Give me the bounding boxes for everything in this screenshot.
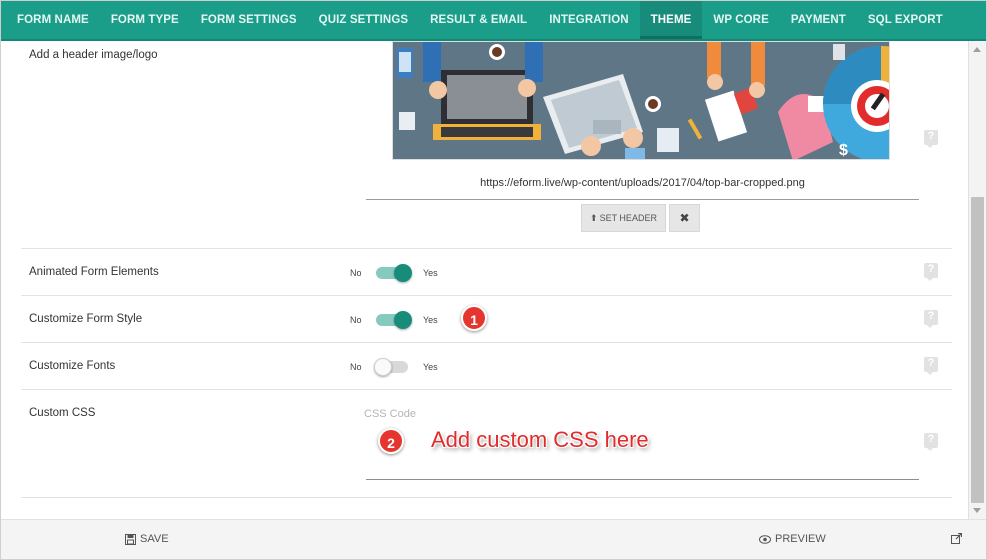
animated-elements-label: Animated Form Elements <box>29 266 159 278</box>
css-code-input[interactable]: CSS Code <box>364 408 416 420</box>
tab-theme[interactable]: THEME <box>639 1 703 39</box>
annotation-badge-1: 1 <box>461 305 487 331</box>
animated-toggle[interactable] <box>376 264 412 282</box>
theme-settings-panel: Add a header image/logo $ https://eform.… <box>6 41 968 519</box>
tab-payment[interactable]: PAYMENT <box>780 1 857 39</box>
annotation-badge-2: 2 <box>378 428 404 454</box>
url-input-underline <box>366 199 919 200</box>
custom-style-label: Customize Form Style <box>29 313 143 325</box>
scroll-up-arrow-icon[interactable] <box>973 47 981 52</box>
header-image-preview: $ <box>392 41 890 160</box>
animated-no-label: No <box>350 268 362 278</box>
preview-label: PREVIEW <box>775 533 826 545</box>
external-link-icon <box>951 533 962 544</box>
close-icon: ✖ <box>679 211 690 225</box>
tab-integration[interactable]: INTEGRATION <box>538 1 639 39</box>
vertical-scrollbar[interactable] <box>968 41 986 519</box>
annotation-note: Add custom CSS here <box>431 427 649 452</box>
eye-icon <box>759 534 771 544</box>
settings-tab-bar: FORM NAME FORM TYPE FORM SETTINGS QUIZ S… <box>1 1 986 41</box>
help-icon[interactable]: ? <box>924 310 938 328</box>
scroll-thumb[interactable] <box>971 197 984 503</box>
toggle-knob <box>374 358 392 376</box>
tab-form-name[interactable]: FORM NAME <box>6 1 100 39</box>
animated-elements-row: Animated Form Elements No Yes ? <box>21 249 952 296</box>
animated-yes-label: Yes <box>423 268 438 278</box>
header-image-url[interactable]: https://eform.live/wp-content/uploads/20… <box>366 177 919 189</box>
custom-css-label: Custom CSS <box>29 407 96 419</box>
custom-style-row: Customize Form Style No Yes 1 ? <box>21 296 952 343</box>
save-label: SAVE <box>140 533 169 545</box>
custom-fonts-label: Customize Fonts <box>29 360 116 372</box>
custom-css-row: Custom CSS CSS Code 2 Add custom CSS her… <box>21 390 952 498</box>
remove-header-button[interactable]: ✖ <box>669 204 700 232</box>
preview-button[interactable]: PREVIEW <box>759 533 826 545</box>
custom-fonts-row: Customize Fonts No Yes ? <box>21 343 952 390</box>
tab-form-settings[interactable]: FORM SETTINGS <box>190 1 308 39</box>
header-illustration: $ <box>393 42 889 159</box>
save-button[interactable]: SAVE <box>125 533 169 545</box>
header-image-label: Add a header image/logo <box>29 49 158 61</box>
custom-style-no-label: No <box>350 315 362 325</box>
tab-wp-core[interactable]: WP CORE <box>702 1 779 39</box>
help-icon[interactable]: ? <box>924 357 938 375</box>
tab-sql-export[interactable]: SQL EXPORT <box>857 1 954 39</box>
set-header-button[interactable]: ⬆ SET HEADER <box>581 204 666 232</box>
save-icon <box>125 533 136 545</box>
scroll-down-arrow-icon[interactable] <box>973 508 981 513</box>
help-icon[interactable]: ? <box>924 263 938 281</box>
footer-bar: SAVE PREVIEW <box>1 519 986 559</box>
custom-style-yes-label: Yes <box>423 315 438 325</box>
tab-form-type[interactable]: FORM TYPE <box>100 1 190 39</box>
upload-icon: ⬆ <box>590 212 598 223</box>
custom-style-toggle[interactable] <box>376 311 412 329</box>
custom-fonts-toggle[interactable] <box>374 358 410 376</box>
toggle-knob <box>394 264 412 282</box>
open-external-button[interactable] <box>951 533 962 544</box>
tab-quiz-settings[interactable]: QUIZ SETTINGS <box>308 1 419 39</box>
form-builder-window: FORM NAME FORM TYPE FORM SETTINGS QUIZ S… <box>0 0 987 560</box>
toggle-knob <box>394 311 412 329</box>
header-image-row: Add a header image/logo $ https://eform.… <box>21 41 952 249</box>
help-icon[interactable]: ? <box>924 130 938 148</box>
custom-fonts-no-label: No <box>350 362 362 372</box>
svg-text:$: $ <box>839 142 848 159</box>
set-header-label: SET HEADER <box>599 213 657 223</box>
custom-fonts-yes-label: Yes <box>423 362 438 372</box>
css-input-underline <box>366 479 919 480</box>
help-icon[interactable]: ? <box>924 433 938 451</box>
tab-result-email[interactable]: RESULT & EMAIL <box>419 1 538 39</box>
